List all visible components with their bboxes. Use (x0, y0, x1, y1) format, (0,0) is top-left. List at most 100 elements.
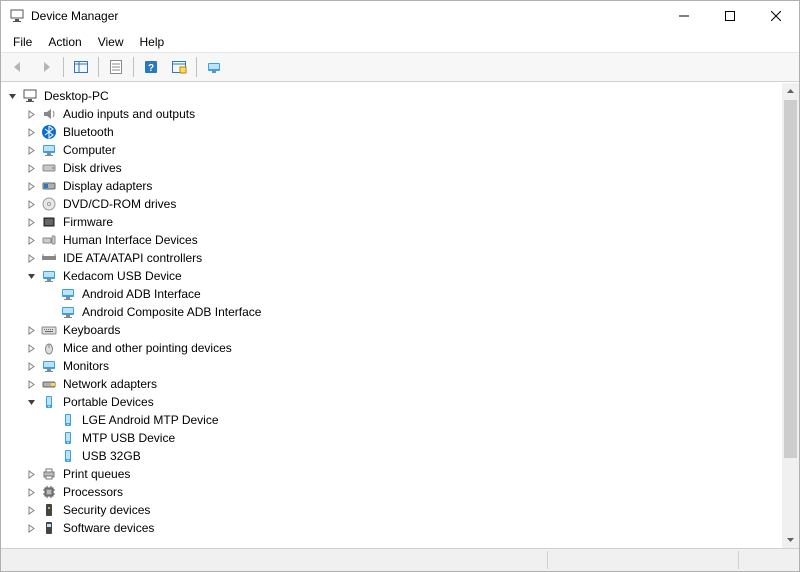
show-hidden-button[interactable] (201, 55, 227, 79)
menubar: File Action View Help (1, 32, 799, 52)
device-tree[interactable]: Desktop-PCAudio inputs and outputsBlueto… (3, 87, 782, 548)
expand-icon[interactable] (22, 231, 41, 249)
disk-icon (41, 160, 57, 176)
tree-item[interactable]: Network adapters (3, 375, 782, 393)
tree-item[interactable]: Portable Devices (3, 393, 782, 411)
expand-icon[interactable] (22, 321, 41, 339)
tree-root[interactable]: Desktop-PC (3, 87, 782, 105)
expand-icon[interactable] (22, 339, 41, 357)
scroll-up-button[interactable] (782, 83, 799, 100)
content-area: Desktop-PCAudio inputs and outputsBlueto… (1, 82, 799, 548)
menu-help[interactable]: Help (132, 33, 173, 51)
close-button[interactable] (753, 1, 799, 31)
expand-icon[interactable] (22, 357, 41, 375)
tree-item[interactable]: IDE ATA/ATAPI controllers (3, 249, 782, 267)
properties-button[interactable] (103, 55, 129, 79)
computer-icon (41, 142, 57, 158)
expand-icon[interactable] (22, 465, 41, 483)
bluetooth-icon (41, 124, 57, 140)
scroll-down-button[interactable] (782, 531, 799, 548)
svg-text:?: ? (148, 63, 154, 74)
menu-action[interactable]: Action (40, 33, 89, 51)
tree-label: MTP USB Device (80, 428, 177, 448)
tree-label: Display adapters (61, 176, 154, 196)
tree-item[interactable]: Keyboards (3, 321, 782, 339)
scroll-thumb[interactable] (784, 100, 797, 458)
ide-icon (41, 250, 57, 266)
tree-item[interactable]: Print queues (3, 465, 782, 483)
scroll-track[interactable] (782, 100, 799, 531)
expand-icon[interactable] (22, 249, 41, 267)
expand-icon[interactable] (22, 519, 41, 537)
tree-label: Firmware (61, 212, 115, 232)
back-button[interactable] (5, 55, 31, 79)
show-hide-tree-button[interactable] (68, 55, 94, 79)
window-buttons (661, 1, 799, 31)
statusbar (1, 548, 799, 571)
tree-item[interactable]: Processors (3, 483, 782, 501)
expand-icon[interactable] (22, 105, 41, 123)
tree-label: Processors (61, 482, 125, 502)
minimize-button[interactable] (661, 1, 707, 31)
tree-item[interactable]: Android Composite ADB Interface (3, 303, 782, 321)
tree-label: USB 32GB (80, 446, 143, 466)
tree-item[interactable]: USB 32GB (3, 447, 782, 465)
tree-item[interactable]: Computer (3, 141, 782, 159)
tree-item[interactable]: DVD/CD-ROM drives (3, 195, 782, 213)
tree-item[interactable]: Human Interface Devices (3, 231, 782, 249)
keyboard-icon (41, 322, 57, 338)
forward-button[interactable] (33, 55, 59, 79)
expand-icon[interactable] (22, 141, 41, 159)
tree-label: DVD/CD-ROM drives (61, 194, 178, 214)
toolbar-separator (196, 57, 197, 77)
menu-view[interactable]: View (90, 33, 132, 51)
expand-icon[interactable] (22, 195, 41, 213)
tree-label: Kedacom USB Device (61, 266, 184, 286)
collapse-icon[interactable] (22, 393, 41, 411)
tree-item[interactable]: Bluetooth (3, 123, 782, 141)
tree-item[interactable]: Firmware (3, 213, 782, 231)
tree-item[interactable]: Software devices (3, 519, 782, 537)
vertical-scrollbar[interactable] (781, 83, 799, 548)
tree-label: Computer (61, 140, 118, 160)
monitor-icon (60, 286, 76, 302)
collapse-icon[interactable] (3, 87, 22, 105)
tree-item[interactable]: Kedacom USB Device (3, 267, 782, 285)
expand-icon[interactable] (22, 177, 41, 195)
tree-label: LGE Android MTP Device (80, 410, 221, 430)
tree-item[interactable]: Security devices (3, 501, 782, 519)
tree-item[interactable]: Mice and other pointing devices (3, 339, 782, 357)
root-icon (22, 88, 38, 104)
tree-label: Disk drives (61, 158, 124, 178)
tree-item[interactable]: LGE Android MTP Device (3, 411, 782, 429)
expand-icon[interactable] (22, 501, 41, 519)
maximize-button[interactable] (707, 1, 753, 31)
help-button[interactable]: ? (138, 55, 164, 79)
tree-item[interactable]: Audio inputs and outputs (3, 105, 782, 123)
dvd-icon (41, 196, 57, 212)
tree-label: Monitors (61, 356, 111, 376)
tree-label: Print queues (61, 464, 132, 484)
expand-icon[interactable] (22, 483, 41, 501)
tree-item[interactable]: Android ADB Interface (3, 285, 782, 303)
expand-icon[interactable] (22, 123, 41, 141)
monitor-icon (60, 304, 76, 320)
processor-icon (41, 484, 57, 500)
display-icon (41, 178, 57, 194)
tree-item[interactable]: Monitors (3, 357, 782, 375)
expand-icon[interactable] (22, 159, 41, 177)
toolbar: ? (1, 52, 799, 82)
portable-icon (60, 430, 76, 446)
expand-icon[interactable] (22, 213, 41, 231)
network-icon (41, 376, 57, 392)
collapse-icon[interactable] (22, 267, 41, 285)
expand-icon[interactable] (22, 375, 41, 393)
tree-item[interactable]: MTP USB Device (3, 429, 782, 447)
tree-item[interactable]: Display adapters (3, 177, 782, 195)
tree-label: Security devices (61, 500, 152, 520)
tree-item[interactable]: Disk drives (3, 159, 782, 177)
tree-label: Portable Devices (61, 392, 156, 412)
menu-file[interactable]: File (5, 33, 40, 51)
tree-label: Audio inputs and outputs (61, 104, 197, 124)
scan-hardware-button[interactable] (166, 55, 192, 79)
